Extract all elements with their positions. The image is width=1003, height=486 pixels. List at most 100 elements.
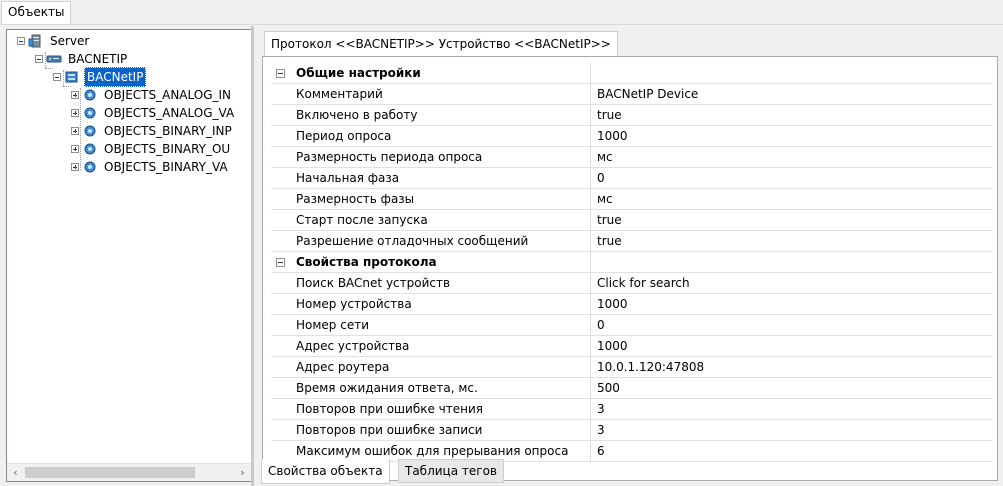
- grid-gutter: [271, 315, 288, 335]
- tree-node-label: OBJECTS_BINARY_VA: [104, 160, 228, 174]
- expand-icon[interactable]: [71, 127, 79, 135]
- property-value[interactable]: 0: [592, 168, 992, 188]
- expand-icon[interactable]: [71, 91, 79, 99]
- tree-node-objects[interactable]: OBJECTS_BINARY_VA: [71, 158, 230, 176]
- category-title: Свойства протокола: [288, 252, 591, 272]
- property-value[interactable]: true: [592, 105, 992, 125]
- grid-gutter: [271, 168, 288, 188]
- property-name: Включено в работу: [288, 105, 591, 125]
- grid-gutter: [271, 126, 288, 146]
- grid-gutter: [271, 336, 288, 356]
- tree-node-objects[interactable]: OBJECTS_ANALOG_VA: [71, 104, 236, 122]
- tree-node-objects[interactable]: OBJECTS_ANALOG_IN: [71, 86, 233, 104]
- objects-folder-icon: [82, 160, 98, 174]
- grid-property-row[interactable]: Начальная фаза 0: [271, 168, 992, 189]
- property-value[interactable]: мс: [592, 147, 992, 167]
- objects-folder-icon: [82, 124, 98, 138]
- category-value: [592, 252, 992, 272]
- property-value[interactable]: BACNetIP Device: [592, 84, 992, 104]
- property-name: Начальная фаза: [288, 168, 591, 188]
- objects-folder-icon: [82, 142, 98, 156]
- grid-gutter: [271, 420, 288, 440]
- property-name: Номер устройства: [288, 294, 591, 314]
- grid-property-row[interactable]: Номер устройства 1000: [271, 294, 992, 315]
- property-name: Комментарий: [288, 84, 591, 104]
- tree-node-objects[interactable]: OBJECTS_BINARY_INP: [71, 122, 234, 140]
- top-tab-strip: Объекты: [0, 0, 1003, 25]
- grid-property-row[interactable]: Старт после запуска true: [271, 210, 992, 231]
- grid-gutter: [271, 189, 288, 209]
- grid-property-row[interactable]: Повторов при ошибке записи 3: [271, 420, 992, 441]
- property-name: Адрес роутера: [288, 357, 591, 377]
- property-value[interactable]: 3: [592, 420, 992, 440]
- property-value[interactable]: мс: [592, 189, 992, 209]
- property-name: Размерность периода опроса: [288, 147, 591, 167]
- property-name: Максимум ошибок для прерывания опроса: [288, 441, 591, 461]
- property-value[interactable]: 6: [592, 441, 992, 461]
- property-grid-frame: Общие настройки Комментарий BACNetIP Devic…: [262, 56, 998, 481]
- tree-node-label: OBJECTS_ANALOG_IN: [104, 88, 232, 102]
- device-icon: [64, 70, 80, 84]
- collapse-icon[interactable]: [17, 37, 25, 45]
- grid-property-row[interactable]: Разрешение отладочных сообщений true: [271, 231, 992, 252]
- grid-gutter: [271, 399, 288, 419]
- tab-object-properties[interactable]: Свойства объекта: [261, 459, 390, 484]
- tree-node-server[interactable]: Server: [17, 32, 91, 50]
- property-value[interactable]: 500: [592, 378, 992, 398]
- expand-icon[interactable]: [71, 145, 79, 153]
- category-title: Общие настройки: [288, 63, 591, 83]
- collapse-icon[interactable]: [35, 55, 43, 63]
- grid-category[interactable]: Общие настройки: [271, 63, 992, 84]
- collapse-icon[interactable]: [276, 258, 285, 267]
- grid-property-row[interactable]: Адрес роутера 10.0.1.120:47808: [271, 357, 992, 378]
- expand-icon[interactable]: [71, 109, 79, 117]
- panel-splitter[interactable]: [251, 26, 254, 486]
- property-value[interactable]: 1000: [592, 336, 992, 356]
- property-value[interactable]: 3: [592, 399, 992, 419]
- property-name: Поиск BACnet устройств: [288, 273, 591, 293]
- bottom-tab-strip: Свойства объекта Таблица тегов: [255, 459, 1003, 486]
- property-value[interactable]: true: [592, 210, 992, 230]
- tab-protocol-device[interactable]: Протокол <<BACNETIP>> Устройство <<BACNe…: [264, 31, 618, 56]
- tree-node-objects[interactable]: OBJECTS_BINARY_OU: [71, 140, 232, 158]
- expand-icon[interactable]: [71, 163, 79, 171]
- tree-node-bacnetip-device[interactable]: BACNetIP: [53, 67, 147, 87]
- collapse-icon[interactable]: [53, 73, 61, 81]
- property-name: Повторов при ошибке записи: [288, 420, 591, 440]
- grid-property-row[interactable]: Размерность периода опроса мс: [271, 147, 992, 168]
- tab-objects[interactable]: Объекты: [1, 1, 72, 24]
- grid-category[interactable]: Свойства протокола: [271, 252, 992, 273]
- scroll-left-icon[interactable]: ‹: [7, 464, 24, 481]
- grid-property-row[interactable]: Комментарий BACNetIP Device: [271, 84, 992, 105]
- tree-node-bacnetip-protocol[interactable]: BACNETIP: [35, 50, 129, 68]
- property-name: Размерность фазы: [288, 189, 591, 209]
- horizontal-scrollbar[interactable]: ‹ ›: [7, 463, 251, 481]
- grid-property-row[interactable]: Включено в работу true: [271, 105, 992, 126]
- grid-gutter: [271, 441, 288, 461]
- grid-property-row[interactable]: Время ожидания ответа, мс. 500: [271, 378, 992, 399]
- property-value[interactable]: 0: [592, 315, 992, 335]
- grid-property-row[interactable]: Размерность фазы мс: [271, 189, 992, 210]
- grid-gutter: [271, 294, 288, 314]
- grid-property-row[interactable]: Повторов при ошибке чтения 3: [271, 399, 992, 420]
- grid-property-row[interactable]: Номер сети 0: [271, 315, 992, 336]
- property-name: Период опроса: [288, 126, 591, 146]
- grid-property-row[interactable]: Поиск BACnet устройств Click for search: [271, 273, 992, 294]
- scroll-thumb[interactable]: [25, 467, 195, 478]
- property-value[interactable]: 1000: [592, 126, 992, 146]
- grid-property-row[interactable]: Адрес устройства 1000: [271, 336, 992, 357]
- object-tree[interactable]: Server BACNETIP BACNetIP OBJECTS_ANALOG_…: [6, 29, 252, 482]
- grid-gutter: [271, 357, 288, 377]
- grid-gutter: [271, 231, 288, 251]
- property-value[interactable]: 10.0.1.120:47808: [592, 357, 992, 377]
- grid-property-row[interactable]: Период опроса 1000: [271, 126, 992, 147]
- scroll-right-icon[interactable]: ›: [234, 464, 251, 481]
- property-name: Повторов при ошибке чтения: [288, 399, 591, 419]
- property-value[interactable]: 1000: [592, 294, 992, 314]
- server-icon: [28, 34, 44, 48]
- tab-tags-table[interactable]: Таблица тегов: [398, 459, 504, 483]
- property-value[interactable]: Click for search: [592, 273, 992, 293]
- tree-node-label: BACNetIP: [84, 67, 147, 87]
- collapse-icon[interactable]: [276, 69, 285, 78]
- property-value[interactable]: true: [592, 231, 992, 251]
